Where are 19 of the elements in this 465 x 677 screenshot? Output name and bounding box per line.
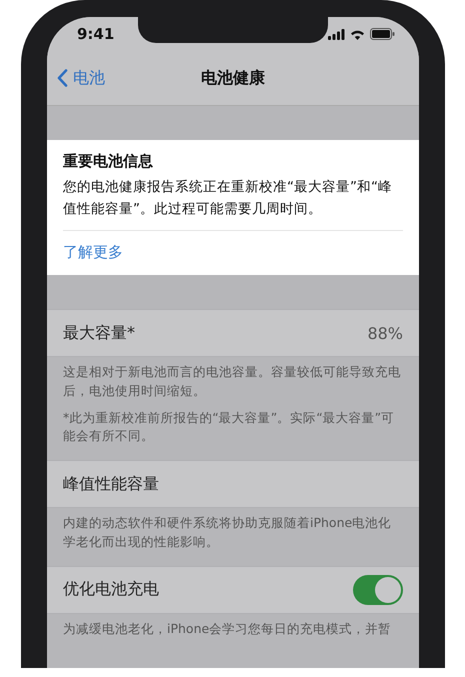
- screen-title: 电池健康: [201, 68, 265, 88]
- toggle-switch[interactable]: [353, 574, 403, 605]
- learn-more-link[interactable]: 了解更多: [63, 231, 403, 276]
- row-label: 最大容量*: [63, 322, 135, 344]
- row-value: 88%: [367, 324, 403, 343]
- footer-text: 这是相对于新电池而言的电池容量。容量较低可能导致充电后，电池使用时间缩短。: [63, 363, 402, 400]
- chevron-left-icon: [57, 69, 68, 87]
- footer-text: *此为重新校准前所报告的“最大容量”。实际“最大容量”可能会有所不同。: [63, 408, 396, 446]
- notice-title: 重要电池信息: [63, 152, 154, 171]
- wifi-icon: [350, 28, 365, 40]
- status-time: 9:41: [77, 25, 114, 43]
- row-label: 优化电池充电: [63, 579, 159, 600]
- signal-icon: [328, 28, 345, 40]
- footer-text: 为减缓电池老化，iPhone会学习您每日的充电模式，并暂: [63, 620, 392, 638]
- notice-text: 您的电池健康报告系统正在重新校准“最大容量”和“峰值性能容量”。此过程可能需要几周时间。: [63, 177, 403, 232]
- row-label: 峰值性能容量: [63, 474, 159, 495]
- footer-text: 内建的动态软件和硬件系统将协助克服随着iPhone电池化学老化而出现的性能影响。: [63, 514, 392, 551]
- back-button[interactable]: 电池: [47, 68, 105, 88]
- battery-icon: [370, 28, 395, 40]
